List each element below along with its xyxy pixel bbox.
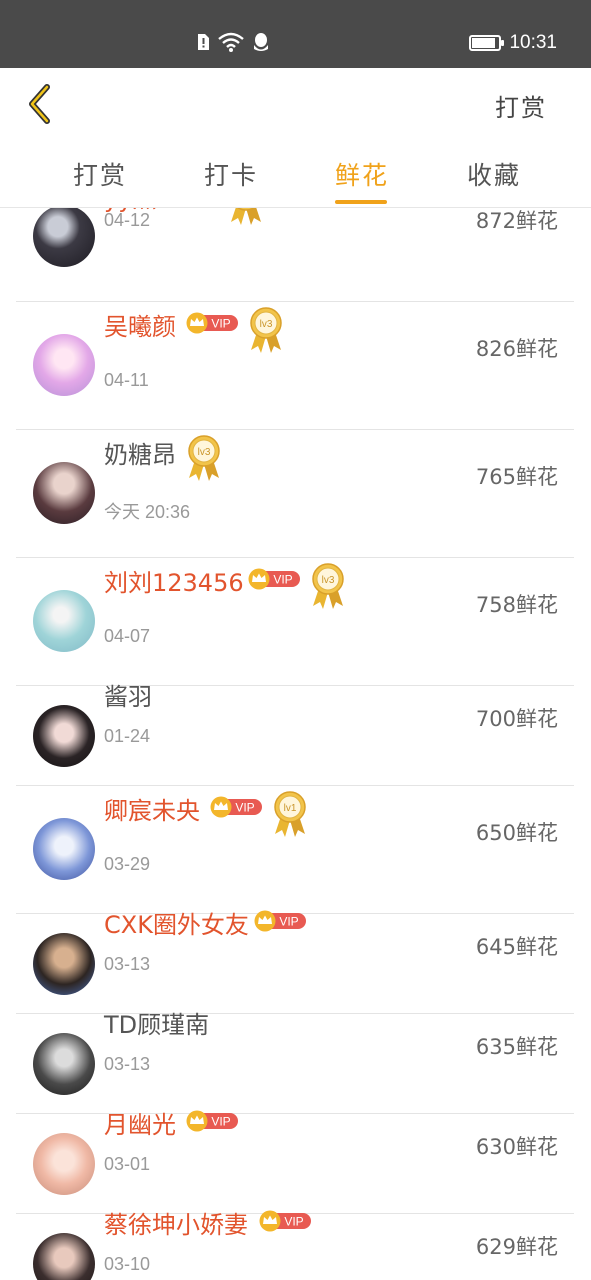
flower-amount: 635鲜花 — [475, 1035, 558, 1059]
vip-label: VIP — [273, 573, 292, 587]
qq-icon — [254, 33, 268, 51]
header-reward-button[interactable]: 打赏 — [495, 88, 547, 123]
tab-flowers[interactable]: 鲜花 — [335, 156, 389, 192]
record-date: 03-13 — [104, 954, 151, 974]
record-date: 01-24 — [104, 726, 151, 746]
list-item[interactable]: 奶糖昂 lv3 今天 20:36 765鲜花 — [16, 430, 574, 558]
flower-amount: 629鲜花 — [475, 1235, 558, 1259]
list-item[interactable]: CXK圈外女友 VIP 03-13 645鲜花 — [16, 910, 574, 1014]
sim-alert-icon — [198, 34, 209, 50]
user-name[interactable]: 刘刘123456 — [104, 563, 244, 598]
user-name[interactable]: CXK圈外女友 — [104, 905, 249, 940]
flower-amount: 872鲜花 — [475, 209, 558, 233]
user-name[interactable]: 蔡徐坤小娇妻 — [104, 1205, 248, 1240]
battery-icon — [469, 35, 505, 51]
list-item[interactable]: 吴曦颜 VIP lv3 04-11 826鲜花 — [16, 302, 574, 430]
record-date: 04-11 — [104, 370, 149, 390]
list-item[interactable]: yy燕VIPlv404-12872鲜花 — [16, 208, 574, 302]
wifi-icon — [218, 32, 244, 52]
vip-badge: VIP — [254, 910, 308, 932]
vip-badge: VIP — [259, 1210, 313, 1232]
vip-label: VIP — [235, 801, 254, 815]
flower-amount: 650鲜花 — [475, 821, 558, 845]
avatar[interactable] — [33, 334, 95, 396]
record-date: 03-01 — [104, 1154, 151, 1174]
user-name[interactable]: 卿宸未央 — [104, 791, 200, 826]
avatar[interactable] — [33, 1033, 95, 1095]
tab-bar: 打赏 打卡 鲜花 收藏 — [0, 140, 591, 208]
status-time: 10:31 — [509, 32, 557, 53]
avatar[interactable] — [33, 705, 95, 767]
chevron-left-icon — [29, 84, 50, 124]
avatar[interactable] — [33, 208, 95, 267]
vip-label: VIP — [211, 317, 230, 331]
list-item[interactable]: 蔡徐坤小娇妻 VIP 03-10 629鲜花 — [16, 1210, 574, 1280]
record-date: 今天 20:36 — [104, 502, 191, 522]
status-right: 10:31 — [469, 32, 557, 54]
avatar[interactable] — [33, 818, 95, 880]
tab-favorites[interactable]: 收藏 — [467, 156, 521, 192]
level-medal-icon: lv3 — [310, 562, 346, 610]
level-medal-icon: lv3 — [186, 434, 222, 482]
record-date: 03-13 — [104, 1054, 151, 1074]
flower-ranking-list: yy燕VIPlv404-12872鲜花吴曦颜VIPlv304-11826鲜花奶糖… — [0, 208, 591, 1280]
flower-amount: 826鲜花 — [475, 337, 558, 361]
tab-active-indicator — [335, 200, 387, 204]
user-name[interactable]: 吴曦颜 — [104, 307, 176, 342]
vip-badge: VIP — [210, 796, 264, 818]
level-medal-icon: lv3 — [248, 306, 284, 354]
vip-label: VIP — [279, 915, 298, 929]
record-date: 03-10 — [104, 1254, 151, 1274]
avatar[interactable] — [33, 462, 95, 524]
avatar[interactable] — [33, 933, 95, 995]
medal-level-label: lv3 — [322, 575, 335, 586]
avatar[interactable] — [33, 590, 95, 652]
level-medal-icon: lv4 — [228, 208, 264, 226]
flower-amount: 758鲜花 — [475, 593, 558, 617]
record-date: 04-12 — [104, 210, 151, 230]
list-item[interactable]: 刘刘123456 VIP lv3 04-07 758鲜花 — [16, 558, 574, 686]
status-bar: 10:31 — [0, 0, 591, 68]
list-item[interactable]: 卿宸未央 VIP lv1 03-29 650鲜花 — [16, 786, 574, 914]
medal-level-label: lv3 — [197, 447, 210, 458]
record-date: 04-07 — [104, 626, 151, 646]
list-item[interactable]: TD顾瑾南 03-13 635鲜花 — [16, 1011, 574, 1114]
status-icons — [196, 32, 270, 52]
back-button[interactable] — [20, 82, 60, 126]
flower-amount: 630鲜花 — [475, 1135, 558, 1159]
vip-label: VIP — [284, 1215, 303, 1229]
vip-badge: VIP — [186, 312, 240, 334]
user-name[interactable]: 月幽光 — [104, 1105, 176, 1140]
vip-badge: VIP — [248, 568, 302, 590]
medal-level-label: lv1 — [284, 803, 297, 814]
avatar[interactable] — [33, 1233, 95, 1280]
user-name[interactable]: TD顾瑾南 — [104, 1005, 209, 1040]
flower-amount: 700鲜花 — [475, 707, 558, 731]
list-item[interactable]: 月幽光 VIP 03-01 630鲜花 — [16, 1110, 574, 1214]
record-date: 03-29 — [104, 854, 151, 874]
tab-checkin[interactable]: 打卡 — [204, 156, 258, 192]
level-medal-icon: lv1 — [272, 790, 308, 838]
avatar[interactable] — [33, 1133, 95, 1195]
user-name[interactable]: 酱羽 — [104, 677, 152, 712]
flower-amount: 645鲜花 — [475, 935, 558, 959]
vip-badge: VIP — [186, 1110, 240, 1132]
header: 打赏 — [0, 68, 591, 140]
user-name[interactable]: 奶糖昂 — [104, 435, 176, 470]
medal-level-label: lv3 — [259, 319, 272, 330]
flower-amount: 765鲜花 — [475, 465, 558, 489]
tab-reward[interactable]: 打赏 — [73, 156, 127, 192]
vip-label: VIP — [211, 1115, 230, 1129]
list-item[interactable]: 酱羽 01-24 700鲜花 — [16, 683, 574, 786]
